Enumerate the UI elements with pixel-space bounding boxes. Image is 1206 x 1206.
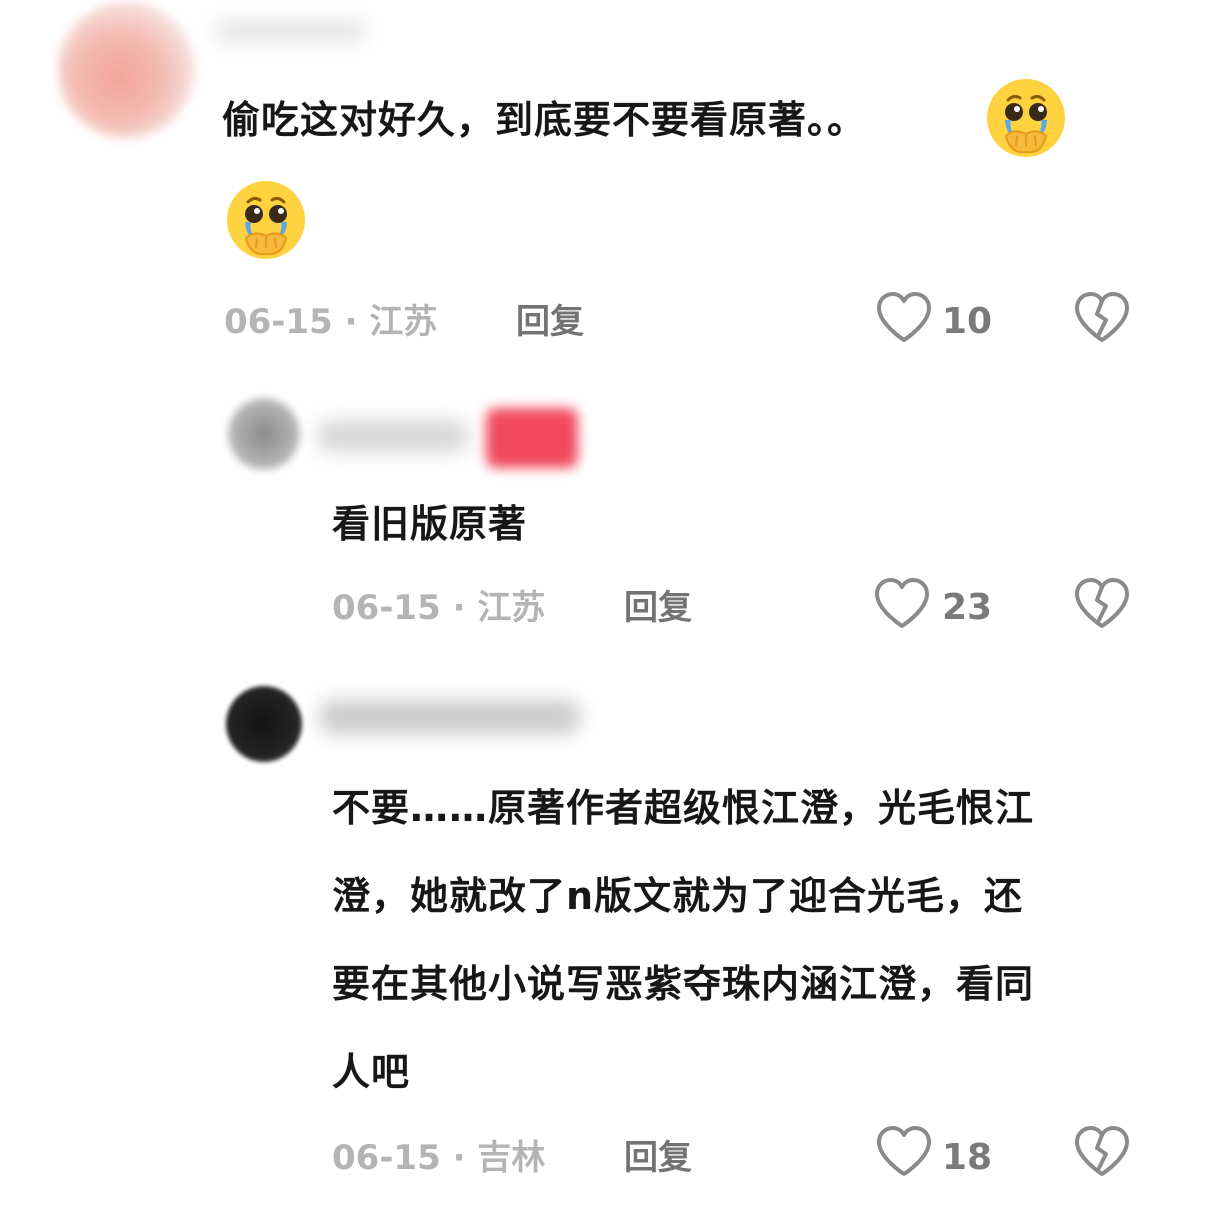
comment-text-line: 人吧 xyxy=(332,1050,411,1094)
username-blurred[interactable] xyxy=(318,420,468,452)
heart-outline-icon[interactable] xyxy=(874,1124,934,1180)
broken-heart-icon[interactable] xyxy=(1072,290,1132,346)
comment-text-line: 要在其他小说写恶紫夺珠内涵江澄，看同 xyxy=(332,962,1035,1006)
avatar[interactable] xyxy=(228,398,300,470)
author-badge xyxy=(486,408,578,468)
comment-meta: 06-15 · 吉林 xyxy=(332,1138,546,1178)
avatar[interactable] xyxy=(58,2,194,138)
broken-heart-icon[interactable] xyxy=(1072,1124,1132,1180)
like-count: 23 xyxy=(942,587,993,628)
avatar[interactable] xyxy=(226,686,302,762)
username-blurred[interactable] xyxy=(215,20,365,42)
comment-meta: 06-15 · 江苏 xyxy=(332,588,546,628)
username-blurred[interactable] xyxy=(320,700,580,734)
heart-outline-icon[interactable] xyxy=(872,576,932,632)
reply-button[interactable]: 回复 xyxy=(516,302,584,342)
comment-meta: 06-15 · 江苏 xyxy=(224,302,438,342)
comment-text-line: 澄，她就改了n版文就为了迎合光毛，还 xyxy=(332,874,1024,918)
crying-face-emoji-icon xyxy=(987,79,1065,157)
heart-outline-icon[interactable] xyxy=(874,290,934,346)
broken-heart-icon[interactable] xyxy=(1072,576,1132,632)
reply-button[interactable]: 回复 xyxy=(624,1138,692,1178)
comment-text: 偷吃这对好久，到底要不要看原著。。 xyxy=(222,98,867,142)
like-count: 18 xyxy=(942,1137,993,1178)
crying-face-emoji-icon xyxy=(227,181,305,259)
reply-button[interactable]: 回复 xyxy=(624,588,692,628)
comment-text-line: 不要……原著作者超级恨江澄，光毛恨江 xyxy=(332,786,1035,830)
comment-text: 看旧版原著 xyxy=(332,502,528,546)
like-count: 10 xyxy=(942,301,993,342)
